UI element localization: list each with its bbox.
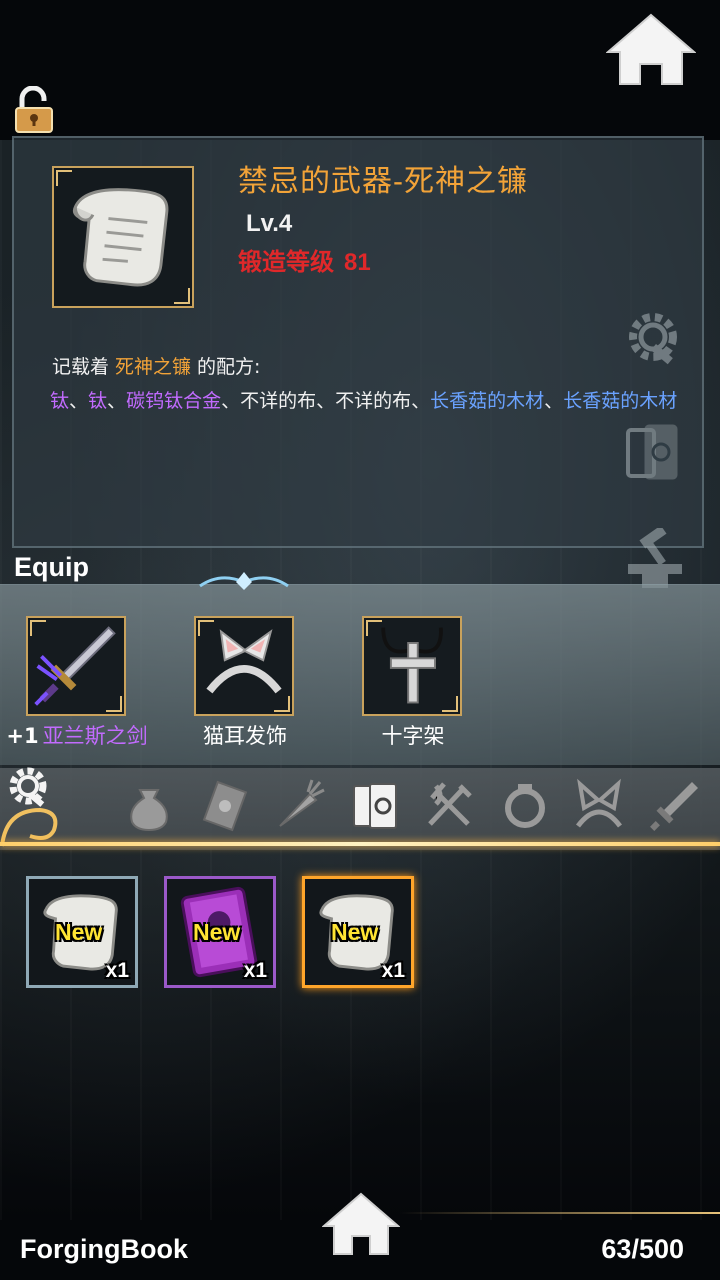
card-icon[interactable] — [198, 778, 252, 832]
inventory-slot[interactable]: New x1 — [26, 876, 138, 988]
unlock-icon[interactable] — [12, 86, 56, 134]
book-icon[interactable] — [348, 778, 402, 832]
material-separator: 、 — [69, 390, 89, 412]
new-badge: New — [331, 919, 379, 945]
frame-corner-ornament — [30, 620, 46, 636]
sword-icon[interactable] — [648, 778, 702, 832]
material-separator: 、 — [544, 390, 564, 412]
equip-label: Equip — [14, 552, 89, 582]
footer-divider — [400, 1212, 720, 1214]
item-count: x1 — [105, 959, 129, 982]
utensils-icon[interactable] — [422, 778, 476, 832]
equip-slot-cross[interactable] — [362, 616, 462, 716]
new-badge: New — [193, 919, 241, 945]
equip-slot-headband[interactable] — [194, 616, 294, 716]
material-separator: 、 — [107, 390, 127, 412]
forge-level-label: 锻造等级 — [238, 249, 334, 276]
recipe-level: Lv.4 — [246, 210, 293, 237]
material-item: 长香菇的木材 — [430, 390, 545, 412]
recipe-title: 禁忌的武器-死神之镰 — [238, 165, 528, 198]
equip-item-name: 猫耳发饰 — [203, 724, 287, 748]
recipe-book-icon[interactable] — [622, 420, 684, 484]
frame-corner-ornament — [442, 696, 458, 712]
frame-corner-ornament — [366, 620, 382, 636]
inventory-slot[interactable]: New x1 — [164, 876, 276, 988]
equip-name-cross: 十字架 — [328, 720, 498, 750]
material-item: 钛 — [88, 390, 108, 412]
home-icon[interactable] — [606, 12, 696, 88]
crest-ornament-icon — [199, 572, 289, 590]
recipe-intro: 记载着 死神之镰 的配方: — [52, 352, 260, 379]
frame-corner-ornament — [198, 620, 214, 636]
recipe-item-frame — [52, 166, 194, 308]
frame-corner-ornament — [274, 696, 290, 712]
material-separator: 、 — [411, 390, 431, 412]
cat-ear-icon[interactable] — [572, 778, 626, 832]
material-separator: 、 — [316, 390, 336, 412]
settings-gear-icon[interactable] — [622, 306, 684, 368]
item-count: x1 — [381, 959, 405, 982]
sort-settings-icon[interactable] — [6, 764, 52, 810]
frame-corner-ornament — [56, 170, 72, 186]
bag-icon[interactable] — [122, 778, 176, 832]
collection-count: 63/500 — [601, 1234, 684, 1264]
material-item: 长香菇的木材 — [563, 390, 678, 412]
intro-prefix: 记载着 — [52, 356, 110, 378]
material-list: 钛、钛、碳钨钛合金、不详的布、不详的布、长香菇的木材、长香菇的木材 — [50, 384, 698, 418]
upgrade-level: +1 — [6, 724, 39, 748]
forge-level-value: 81 — [344, 249, 371, 276]
intro-suffix: 的配方: — [197, 356, 261, 378]
frame-corner-ornament — [174, 288, 190, 304]
equip-item-name: 亚兰斯之剑 — [42, 724, 148, 748]
intro-item-name: 死神之镰 — [115, 356, 192, 378]
inventory-slot-selected[interactable]: New x1 — [302, 876, 414, 988]
ring-icon[interactable] — [498, 778, 552, 832]
material-item: 不详的布 — [335, 390, 412, 412]
scroll-icon — [72, 188, 169, 287]
equip-item-name: 十字架 — [381, 724, 445, 748]
home-icon[interactable] — [322, 1192, 400, 1258]
material-item: 钛 — [50, 390, 70, 412]
equip-slot-sword[interactable] — [26, 616, 126, 716]
forge-level: 锻造等级 81 — [238, 242, 371, 277]
material-item: 不详的布 — [240, 390, 317, 412]
page-title: ForgingBook — [20, 1234, 188, 1264]
material-item: 碳钨钛合金 — [126, 390, 222, 412]
frame-corner-ornament — [106, 696, 122, 712]
tab-underline — [0, 842, 720, 846]
item-count: x1 — [243, 959, 267, 982]
material-separator: 、 — [221, 390, 241, 412]
carrot-icon[interactable] — [272, 778, 326, 832]
new-badge: New — [55, 919, 103, 945]
equip-name-sword: +1 亚兰斯之剑 — [0, 720, 162, 750]
equip-name-headband: 猫耳发饰 — [160, 720, 330, 750]
